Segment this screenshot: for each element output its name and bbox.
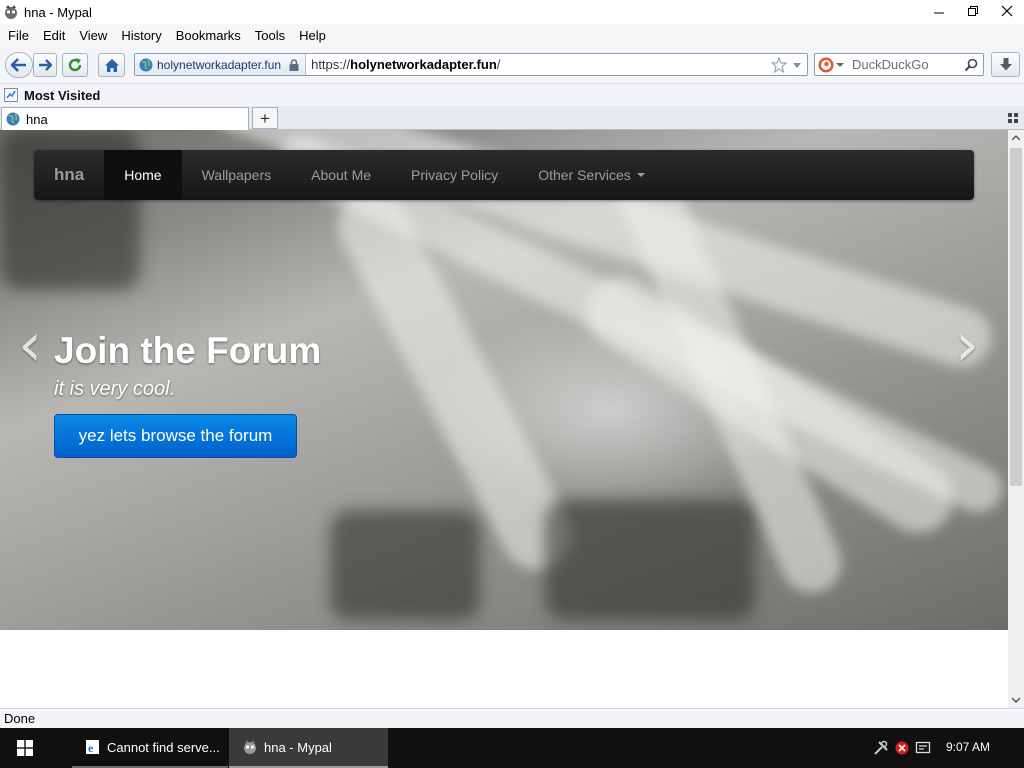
taskbar-item-label: Cannot find serve... [107, 739, 220, 755]
mypal-app-icon [244, 740, 256, 754]
close-icon [1001, 5, 1013, 17]
search-engine-selector[interactable] [818, 57, 844, 73]
chevron-down-icon [1012, 697, 1020, 703]
duckduckgo-icon [818, 57, 834, 72]
bookmarks-toolbar: Most Visited [0, 84, 1024, 106]
site-identity-button[interactable]: holynetworkadapter.fun [135, 54, 307, 75]
arrow-right-icon [39, 59, 52, 71]
nav-other-services-label: Other Services [538, 167, 631, 183]
scroll-down-button[interactable] [1008, 692, 1024, 708]
taskbar-item-label: hna - Mypal [264, 739, 332, 755]
site-navbar: hna Home Wallpapers About Me Privacy Pol… [34, 150, 974, 200]
tab-hna[interactable]: hna [1, 107, 249, 130]
nav-wallpapers[interactable]: Wallpapers [182, 150, 292, 200]
minimize-button[interactable] [922, 0, 956, 22]
tab-strip: hna + [0, 106, 1024, 130]
window-controls [922, 0, 1024, 24]
site-brand[interactable]: hna [34, 150, 104, 200]
nav-privacy-policy[interactable]: Privacy Policy [391, 150, 518, 200]
tab-list-icon[interactable] [1008, 113, 1018, 123]
url-path: / [496, 57, 501, 72]
windows-logo-icon [17, 740, 33, 756]
site-identity-label: holynetworkadapter.fun [157, 57, 282, 72]
chevron-down-icon [836, 62, 844, 67]
home-button[interactable] [98, 53, 125, 77]
url-bar[interactable]: holynetworkadapter.fun https://holynetwo… [134, 53, 808, 76]
globe-icon [139, 58, 153, 71]
menu-bookmarks[interactable]: Bookmarks [169, 28, 248, 43]
dropdown-arrow-icon[interactable] [791, 60, 803, 70]
menu-view[interactable]: View [72, 28, 114, 43]
taskbar-item-ie[interactable]: e Cannot find serve... [72, 728, 228, 768]
download-icon [999, 58, 1012, 71]
menu-file[interactable]: File [0, 28, 36, 43]
ie-page-icon: e [86, 740, 99, 755]
url-input[interactable]: https://holynetworkadapter.fun/ [311, 57, 771, 72]
chevron-up-icon [1012, 135, 1020, 141]
taskbar-item-mypal[interactable]: hna - Mypal [229, 728, 388, 768]
vertical-scrollbar[interactable] [1008, 130, 1024, 708]
bookmark-most-visited[interactable]: Most Visited [24, 88, 100, 103]
reload-icon [68, 58, 82, 72]
title-bar: hna - Mypal [0, 0, 1024, 24]
carousel-caption-title: Join the Forum [54, 330, 322, 371]
menu-history[interactable]: History [114, 28, 168, 43]
back-button[interactable] [5, 52, 33, 78]
restore-icon [968, 6, 978, 16]
status-bar: Done [0, 708, 1024, 728]
taskbar: e Cannot find serve... hna - Mypal 9:07 … [0, 728, 1024, 768]
taskbar-clock[interactable]: 9:07 AM [946, 740, 990, 754]
bookmark-star-icon[interactable] [771, 56, 787, 73]
menu-help[interactable]: Help [292, 28, 333, 43]
scrollbar-thumb[interactable] [1010, 148, 1022, 486]
downloads-button[interactable] [991, 52, 1020, 77]
hero-carousel: hna Home Wallpapers About Me Privacy Pol… [0, 130, 1008, 630]
search-icon[interactable] [964, 58, 978, 72]
lock-icon [289, 58, 299, 71]
scroll-up-button[interactable] [1008, 130, 1024, 146]
page-content: hna Home Wallpapers About Me Privacy Pol… [0, 130, 1008, 708]
action-center-icon[interactable] [915, 741, 931, 755]
carousel-next-button[interactable]: › [955, 315, 979, 375]
reload-button[interactable] [62, 53, 88, 77]
network-error-icon[interactable] [895, 741, 909, 755]
close-button[interactable] [990, 0, 1024, 22]
carousel-prev-button[interactable]: ‹ [18, 315, 42, 375]
nav-other-services[interactable]: Other Services [518, 150, 665, 200]
url-scheme: https:// [311, 57, 351, 72]
forward-button[interactable] [33, 53, 57, 77]
new-tab-button[interactable]: + [252, 107, 278, 129]
mypal-app-icon [5, 5, 17, 19]
menu-edit[interactable]: Edit [36, 28, 72, 43]
arrow-left-icon [11, 58, 26, 72]
search-bar[interactable]: DuckDuckGo [814, 53, 984, 76]
home-icon [104, 58, 119, 72]
tools-tray-icon[interactable] [873, 740, 889, 756]
window-title: hna - Mypal [24, 4, 92, 20]
caret-down-icon [636, 173, 645, 177]
system-tray [873, 740, 931, 756]
globe-icon [6, 112, 20, 126]
minimize-icon [934, 12, 944, 14]
most-visited-folder-icon [4, 88, 18, 102]
url-bar-actions [771, 56, 803, 73]
menu-bar: File Edit View History Bookmarks Tools H… [0, 24, 1024, 46]
browse-forum-button[interactable]: yez lets browse the forum [54, 414, 297, 458]
background-shadow [545, 500, 755, 620]
search-input[interactable]: DuckDuckGo [852, 57, 964, 72]
svg-text:e: e [88, 741, 94, 755]
tab-label: hna [26, 111, 48, 127]
start-button[interactable] [0, 728, 50, 768]
carousel-caption-subtitle: it is very cool. [54, 378, 176, 400]
status-text: Done [4, 711, 36, 726]
restore-button[interactable] [956, 0, 990, 22]
nav-home[interactable]: Home [104, 150, 182, 200]
menu-tools[interactable]: Tools [248, 28, 292, 43]
nav-about-me[interactable]: About Me [291, 150, 391, 200]
background-shadow [330, 510, 480, 620]
url-host: holynetworkadapter.fun [350, 57, 497, 72]
